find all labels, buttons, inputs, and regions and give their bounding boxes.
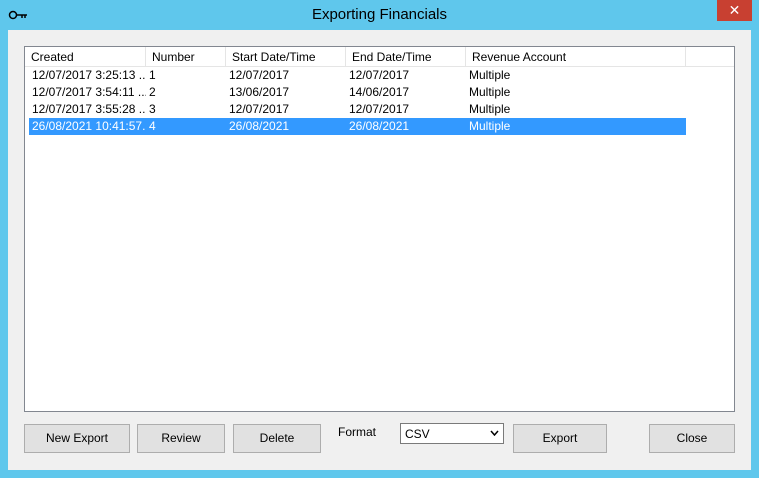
chevron-down-icon xyxy=(490,430,499,436)
table-row[interactable]: 12/07/2017 3:55:28 ... 3 12/07/2017 12/0… xyxy=(29,101,686,118)
cell-number: 2 xyxy=(149,85,156,99)
column-header-revenue-account[interactable]: Revenue Account xyxy=(466,47,686,66)
column-header-created[interactable]: Created xyxy=(25,47,146,66)
list-header: Created Number Start Date/Time End Date/… xyxy=(25,47,734,67)
cell-created: 26/08/2021 10:41:57... xyxy=(32,119,146,133)
table-row-selected[interactable]: 26/08/2021 10:41:57... 4 26/08/2021 26/0… xyxy=(29,118,686,135)
new-export-button[interactable]: New Export xyxy=(24,424,130,453)
exports-list[interactable]: Created Number Start Date/Time End Date/… xyxy=(24,46,735,412)
close-icon: ✕ xyxy=(728,2,741,18)
review-button[interactable]: Review xyxy=(137,424,225,453)
cell-revenue-account: Multiple xyxy=(469,102,511,116)
table-row[interactable]: 12/07/2017 3:54:11 ... 2 13/06/2017 14/0… xyxy=(29,84,686,101)
window: Exporting Financials ✕ Created Number St… xyxy=(0,0,759,478)
cell-number: 3 xyxy=(149,102,156,116)
table-row[interactable]: 12/07/2017 3:25:13 ... 1 12/07/2017 12/0… xyxy=(29,67,686,84)
cell-start: 13/06/2017 xyxy=(229,85,290,99)
window-title: Exporting Financials xyxy=(311,6,448,23)
column-header-end[interactable]: End Date/Time xyxy=(346,47,466,66)
cell-number: 1 xyxy=(149,68,156,82)
title-bar[interactable]: Exporting Financials ✕ xyxy=(0,0,759,30)
format-label: Format xyxy=(338,425,377,439)
cell-start: 12/07/2017 xyxy=(229,68,290,82)
cell-end: 12/07/2017 xyxy=(349,68,410,82)
format-select[interactable]: CSV xyxy=(400,423,504,444)
delete-button[interactable]: Delete xyxy=(233,424,321,453)
cell-revenue-account: Multiple xyxy=(469,85,511,99)
cell-number: 4 xyxy=(149,119,156,133)
cell-start: 12/07/2017 xyxy=(229,102,290,116)
cell-end: 14/06/2017 xyxy=(349,85,410,99)
close-button[interactable]: Close xyxy=(649,424,735,453)
format-select-value: CSV xyxy=(405,427,430,441)
cell-revenue-account: Multiple xyxy=(469,68,511,82)
export-button[interactable]: Export xyxy=(513,424,607,453)
dialog-body: Created Number Start Date/Time End Date/… xyxy=(8,30,751,470)
cell-end: 12/07/2017 xyxy=(349,102,410,116)
column-header-start[interactable]: Start Date/Time xyxy=(226,47,346,66)
cell-created: 12/07/2017 3:55:28 ... xyxy=(32,102,146,116)
cell-end: 26/08/2021 xyxy=(349,119,410,133)
cell-start: 26/08/2021 xyxy=(229,119,290,133)
column-header-number[interactable]: Number xyxy=(146,47,226,66)
cell-created: 12/07/2017 3:54:11 ... xyxy=(32,85,146,99)
cell-revenue-account: Multiple xyxy=(469,119,511,133)
cell-created: 12/07/2017 3:25:13 ... xyxy=(32,68,146,82)
window-close-button[interactable]: ✕ xyxy=(717,0,752,21)
